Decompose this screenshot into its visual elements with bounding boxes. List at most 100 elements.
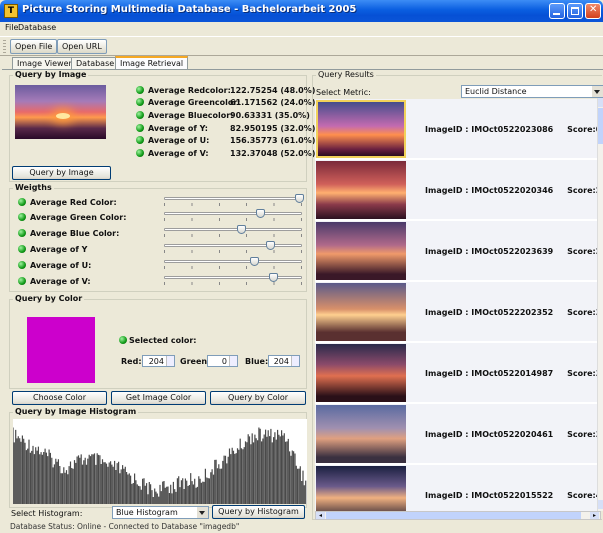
result-thumbnail[interactable] — [316, 161, 406, 219]
blue-spinner[interactable]: 204 — [268, 355, 300, 367]
red-spinner[interactable]: 204 — [142, 355, 175, 367]
blue-label: Blue: — [245, 357, 269, 366]
green-spinner[interactable]: 0 — [207, 355, 238, 367]
result-thumbnail[interactable] — [316, 405, 406, 463]
result-row[interactable]: ImageID : IMOct0522020346 Score:26.0 — [315, 160, 597, 220]
weight-slider[interactable] — [164, 209, 304, 221]
result-thumbnail[interactable] — [316, 283, 406, 341]
avg-v-value: 132.37048 (52.0%) — [230, 149, 316, 158]
result-thumbnail[interactable] — [316, 344, 406, 402]
query-by-histogram-button[interactable]: Query by Histogram — [212, 505, 305, 519]
scroll-thumb[interactable] — [598, 108, 603, 144]
histogram-title: Query by Image Histogram — [13, 407, 139, 416]
imageid-label: ImageID : — [425, 186, 469, 195]
slider-track[interactable] — [164, 276, 302, 279]
toolbar-grip[interactable] — [3, 40, 6, 54]
red-spinner-value: 204 — [148, 357, 164, 366]
slider-track[interactable] — [164, 228, 302, 231]
open-url-button[interactable]: Open URL — [57, 39, 107, 54]
result-row[interactable]: ImageID : IMOct0522202352 Score:38.0 — [315, 282, 597, 342]
maximize-icon — [571, 7, 579, 15]
weight-label: Average of Y — [30, 245, 88, 254]
menu-database[interactable]: Database — [18, 23, 56, 32]
open-file-button[interactable]: Open File — [10, 39, 58, 54]
avg-blue-value: 90.63331 (35.0%) — [230, 111, 310, 120]
slider-thumb[interactable] — [256, 209, 265, 218]
slider-thumb[interactable] — [237, 225, 246, 234]
result-thumbnail[interactable] — [316, 100, 406, 158]
avg-y-value: 82.950195 (32.0%) — [230, 124, 316, 133]
scroll-up-icon[interactable] — [598, 98, 603, 107]
slider-ticks — [164, 266, 302, 269]
slider-thumb[interactable] — [250, 257, 259, 266]
slider-track[interactable] — [164, 212, 302, 215]
slider-thumb[interactable] — [269, 273, 278, 282]
get-image-color-button[interactable]: Get Image Color — [111, 391, 206, 405]
results-vertical-scrollbar[interactable] — [597, 98, 603, 511]
scroll-down-icon[interactable] — [598, 500, 603, 509]
weight-slider[interactable] — [164, 225, 304, 237]
spinner-arrows-icon[interactable] — [229, 356, 237, 366]
query-by-image-button[interactable]: Query by Image — [12, 166, 111, 180]
result-row[interactable]: ImageID : IMOct0522023639 Score:28.0 — [315, 221, 597, 281]
imageid-label: ImageID : — [425, 430, 469, 439]
choose-color-button[interactable]: Choose Color — [12, 391, 107, 405]
weight-indicator-icon — [18, 198, 26, 206]
result-row[interactable]: ImageID : IMOct0522023086 Score:0.0 — [315, 99, 597, 159]
select-histogram-label: Select Histogram: — [11, 509, 83, 518]
spinner-arrows-icon[interactable] — [291, 356, 299, 366]
metric-select[interactable]: Euclid Distance — [461, 85, 603, 98]
slider-ticks — [164, 250, 302, 253]
blue-indicator-icon — [136, 111, 144, 119]
weight-slider[interactable] — [164, 257, 304, 269]
query-by-color-button[interactable]: Query by Color — [210, 391, 306, 405]
weight-indicator-icon — [18, 261, 26, 269]
scroll-left-icon[interactable]: ◂ — [316, 512, 325, 519]
result-thumbnail[interactable] — [316, 222, 406, 280]
imageid-value: IMOct0522014987 — [471, 369, 554, 378]
weight-indicator-icon — [18, 245, 26, 253]
slider-thumb[interactable] — [295, 194, 304, 203]
selected-color-indicator-icon — [119, 336, 127, 344]
result-row[interactable]: ImageID : IMOct0522014987 Score:38.0 — [315, 343, 597, 403]
avg-v-label: Average of V: — [148, 149, 209, 158]
tab-database[interactable]: Database — [71, 57, 120, 69]
result-row[interactable]: ImageID : IMOct0522015522 Score:46.0 — [315, 465, 597, 511]
results-horizontal-scrollbar[interactable]: ◂ ▸ — [315, 511, 601, 520]
spinner-arrows-icon[interactable] — [166, 356, 174, 366]
result-thumbnail[interactable] — [316, 466, 406, 511]
imageid-value: IMOct0522023639 — [471, 247, 554, 256]
result-meta: ImageID : IMOct0522202352 Score:38.0 — [425, 308, 597, 317]
tab-image-retrieval[interactable]: Image Retrieval — [115, 56, 189, 70]
chevron-down-icon[interactable] — [592, 86, 603, 97]
histogram-select-value: Blue Histogram — [116, 508, 178, 517]
slider-thumb[interactable] — [266, 241, 275, 250]
slider-track[interactable] — [164, 197, 302, 200]
weight-label: Average Red Color: — [30, 198, 117, 207]
histogram-select[interactable]: Blue Histogram — [112, 506, 209, 519]
query-results-title: Query Results — [316, 70, 376, 79]
minimize-button[interactable] — [549, 3, 565, 19]
green-spinner-value: 0 — [221, 357, 227, 366]
chevron-down-icon[interactable] — [197, 507, 208, 518]
score-label: Score: — [567, 247, 596, 256]
weight-slider[interactable] — [164, 241, 304, 253]
scroll-thumb[interactable] — [326, 512, 581, 519]
menu-file[interactable]: File — [5, 23, 18, 32]
close-button[interactable]: ✕ — [585, 3, 601, 19]
slider-track[interactable] — [164, 244, 302, 247]
weight-slider[interactable] — [164, 194, 304, 206]
tab-image-viewer[interactable]: Image Viewer — [12, 57, 77, 69]
metric-select-value: Euclid Distance — [465, 87, 527, 96]
scroll-right-icon[interactable]: ▸ — [590, 512, 599, 519]
query-results-list[interactable]: ImageID : IMOct0522023086 Score:0.0 Imag… — [315, 99, 597, 511]
result-row[interactable]: ImageID : IMOct0522020461 Score:39.0 — [315, 404, 597, 464]
slider-track[interactable] — [164, 260, 302, 263]
selected-color-label: Selected color: — [129, 336, 197, 345]
weights-title: Weigths — [13, 183, 54, 192]
blue-spinner-value: 204 — [273, 357, 289, 366]
result-meta: ImageID : IMOct0522023639 Score:28.0 — [425, 247, 597, 256]
weight-slider[interactable] — [164, 273, 304, 285]
avg-y-label: Average of Y: — [148, 124, 208, 133]
maximize-button[interactable] — [567, 3, 583, 19]
